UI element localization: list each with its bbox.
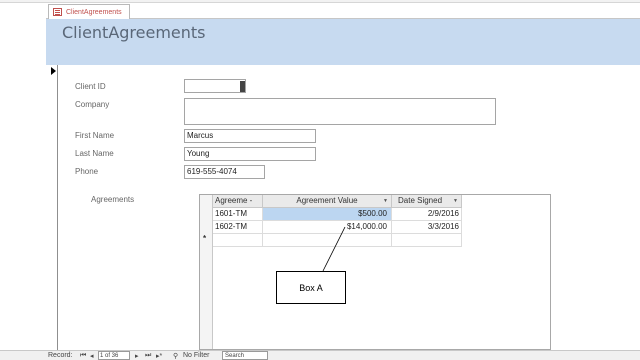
company-field[interactable]: [184, 98, 496, 125]
company-label: Company: [75, 100, 110, 109]
record-navigation-bar: Record: ⏮ ◂ 1 of 36 ▸ ⏭ ▸* ⚲ No Filter S…: [0, 350, 640, 360]
dropdown-arrow-icon: ▼: [383, 198, 388, 204]
first-name-label: First Name: [75, 131, 115, 140]
cell-agreement-id[interactable]: 1602-TM: [213, 221, 263, 234]
tab-clientagreements[interactable]: ClientAgreements: [48, 4, 130, 19]
page-title: ClientAgreements: [62, 23, 206, 42]
filter-icon: ⚲: [173, 353, 179, 360]
cell-date-signed[interactable]: 2/9/2016: [392, 208, 462, 221]
current-record-field[interactable]: 1 of 36: [98, 351, 130, 360]
previous-record-button[interactable]: ◂: [90, 352, 94, 360]
next-record-button[interactable]: ▸: [135, 352, 139, 360]
cell-agreement-value-selected[interactable]: $500.00: [263, 208, 392, 221]
column-header-date-signed[interactable]: Date Signed ▼: [392, 195, 462, 208]
cell-agreement-id[interactable]: 1601-TM: [213, 208, 263, 221]
form-icon: [53, 8, 62, 16]
phone-field[interactable]: 619-555-4074: [184, 165, 265, 179]
column-header-agreement-value[interactable]: Agreement Value ▼: [263, 195, 392, 208]
record-selector-bar[interactable]: [46, 65, 58, 350]
document-tab-bar: [46, 3, 640, 19]
phone-label: Phone: [75, 167, 99, 176]
tab-label: ClientAgreements: [66, 8, 122, 16]
client-id-label: Client ID: [75, 82, 106, 91]
new-record-marker-icon: *: [203, 234, 207, 243]
agreements-subform[interactable]: Agreeme - Agreement Value ▼ Date Signed …: [199, 194, 551, 350]
current-record-arrow-icon: [51, 67, 56, 75]
new-row-cell[interactable]: [263, 234, 392, 247]
dropdown-arrow-icon: ▼: [453, 198, 458, 204]
row-selector-column[interactable]: [200, 195, 213, 349]
first-record-button[interactable]: ⏮: [80, 352, 86, 360]
first-name-field[interactable]: Marcus: [184, 129, 316, 143]
new-record-button[interactable]: ▸*: [156, 352, 162, 360]
agreements-label: Agreements: [91, 195, 135, 204]
new-row-cell[interactable]: [392, 234, 462, 247]
client-id-field[interactable]: [184, 79, 246, 93]
last-name-label: Last Name: [75, 149, 114, 158]
cell-date-signed[interactable]: 3/3/2016: [392, 221, 462, 234]
column-header-agreement-id[interactable]: Agreeme -: [213, 195, 263, 208]
cell-agreement-value[interactable]: $14,000.00: [263, 221, 392, 234]
no-filter-button[interactable]: No Filter: [183, 352, 209, 359]
search-input[interactable]: Search: [222, 351, 268, 360]
record-label: Record:: [48, 352, 73, 359]
text-cursor: [240, 81, 245, 92]
annotation-box-a: Box A: [276, 271, 346, 304]
last-name-field[interactable]: Young: [184, 147, 316, 161]
last-record-button[interactable]: ⏭: [145, 352, 151, 360]
new-row-cell[interactable]: [213, 234, 263, 247]
